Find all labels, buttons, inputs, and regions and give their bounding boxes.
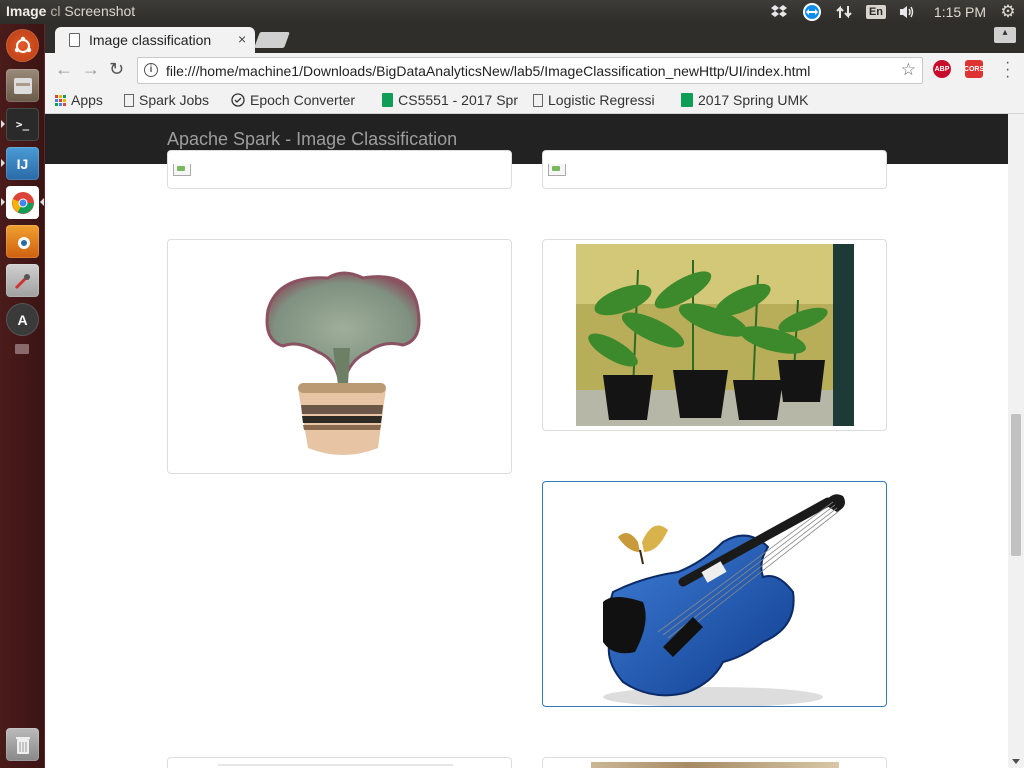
- gear-icon[interactable]: ⚙: [997, 2, 1019, 22]
- bookmark-cs5551[interactable]: CS5551 - 2017 Spr: [382, 92, 518, 108]
- clock-icon: [231, 93, 245, 107]
- blender-icon[interactable]: [6, 225, 39, 258]
- chrome-icon[interactable]: [6, 186, 39, 219]
- bookmarks-bar: Apps Spark Jobs Epoch Converter CS5551 -…: [45, 88, 1024, 114]
- reload-button[interactable]: ↻: [109, 59, 124, 80]
- info-icon[interactable]: i: [144, 63, 158, 77]
- profile-icon[interactable]: ▴: [994, 27, 1016, 43]
- page-icon: [69, 33, 80, 47]
- drive-icon[interactable]: [15, 344, 29, 354]
- tab-close-icon[interactable]: ×: [238, 31, 246, 47]
- active-window-title: Image cl Screenshot: [6, 3, 136, 19]
- network-icon[interactable]: [834, 2, 854, 22]
- bookmark-apps[interactable]: Apps: [55, 92, 103, 108]
- new-tab-button[interactable]: [254, 32, 290, 48]
- cannabis-plants-image: [576, 244, 854, 426]
- browser-toolbar: ← → ↻ i file:///home/machine1/Downloads/…: [45, 53, 1024, 88]
- navbar-brand[interactable]: Apache Spark - Image Classification: [167, 129, 457, 150]
- volume-icon[interactable]: [896, 2, 918, 22]
- tab-image-classification[interactable]: Image classification ×: [55, 27, 255, 53]
- bookmark-2017-spring-umkc[interactable]: 2017 Spring UMK: [681, 92, 819, 108]
- potted-cactus-image: [265, 271, 421, 455]
- chrome-menu-icon[interactable]: · · ·: [1005, 55, 1010, 85]
- ubuntu-dash-icon[interactable]: [6, 29, 39, 62]
- tab-title: Image classification: [89, 32, 212, 48]
- abp-icon[interactable]: ABP: [933, 60, 951, 78]
- dropbox-icon[interactable]: [768, 2, 790, 22]
- forward-button[interactable]: →: [82, 59, 100, 80]
- intellij-icon[interactable]: IJ: [6, 147, 39, 180]
- broken-image-icon: [548, 164, 566, 176]
- clock[interactable]: 1:15 PM: [930, 2, 990, 22]
- settings-tools-icon[interactable]: [6, 264, 39, 297]
- trash-icon[interactable]: [6, 728, 39, 761]
- image-card-partial-left[interactable]: [167, 757, 512, 768]
- keyboard-indicator[interactable]: En: [865, 2, 887, 22]
- bookmark-spark-jobs[interactable]: Spark Jobs: [124, 92, 209, 108]
- broken-image-icon: [173, 164, 191, 176]
- software-updater-icon[interactable]: A: [6, 303, 39, 336]
- web-page: Apache Spark - Image Classification: [45, 114, 1008, 768]
- unity-launcher: >_ IJ A: [0, 24, 45, 768]
- scroll-down-icon[interactable]: [1012, 759, 1020, 764]
- terminal-icon[interactable]: >_: [6, 108, 39, 141]
- image-card-plants[interactable]: [542, 239, 887, 431]
- teamviewer-icon[interactable]: [800, 2, 824, 22]
- blue-violin-image: [603, 494, 845, 706]
- back-button[interactable]: ←: [55, 59, 73, 80]
- image-card-partial-right[interactable]: [542, 757, 887, 768]
- url-text: file:///home/machine1/Downloads/BigDataA…: [166, 63, 811, 79]
- files-icon[interactable]: [6, 69, 39, 102]
- scrollbar-thumb[interactable]: [1011, 414, 1021, 556]
- tab-strip: Image classification × ▴: [45, 24, 1024, 53]
- sheets-icon: [382, 93, 394, 107]
- image-card-violin[interactable]: [542, 481, 887, 707]
- page-scrollbar[interactable]: [1008, 114, 1024, 768]
- address-bar[interactable]: i file:///home/machine1/Downloads/BigDat…: [137, 57, 923, 84]
- apps-grid-icon: [55, 94, 66, 106]
- bookmark-star-icon[interactable]: ☆: [901, 60, 916, 80]
- sheets-icon: [681, 93, 693, 107]
- image-card-cactus[interactable]: [167, 239, 512, 474]
- system-top-bar: Image cl Screenshot En 1:15 PM ⚙: [0, 0, 1024, 24]
- partial-image-right: [591, 762, 839, 768]
- image-card-broken-left[interactable]: [167, 150, 512, 189]
- cors-icon[interactable]: CORS: [964, 60, 984, 78]
- bookmark-epoch-converter[interactable]: Epoch Converter: [231, 92, 367, 108]
- image-card-broken-right[interactable]: [542, 150, 887, 189]
- chrome-window: Image classification × ▴ ← → ↻ i file://…: [45, 24, 1024, 768]
- page-icon: [124, 93, 134, 107]
- bookmark-logistic-regression[interactable]: Logistic Regressi: [533, 92, 667, 108]
- page-icon: [533, 93, 543, 107]
- partial-image-left: [218, 764, 453, 766]
